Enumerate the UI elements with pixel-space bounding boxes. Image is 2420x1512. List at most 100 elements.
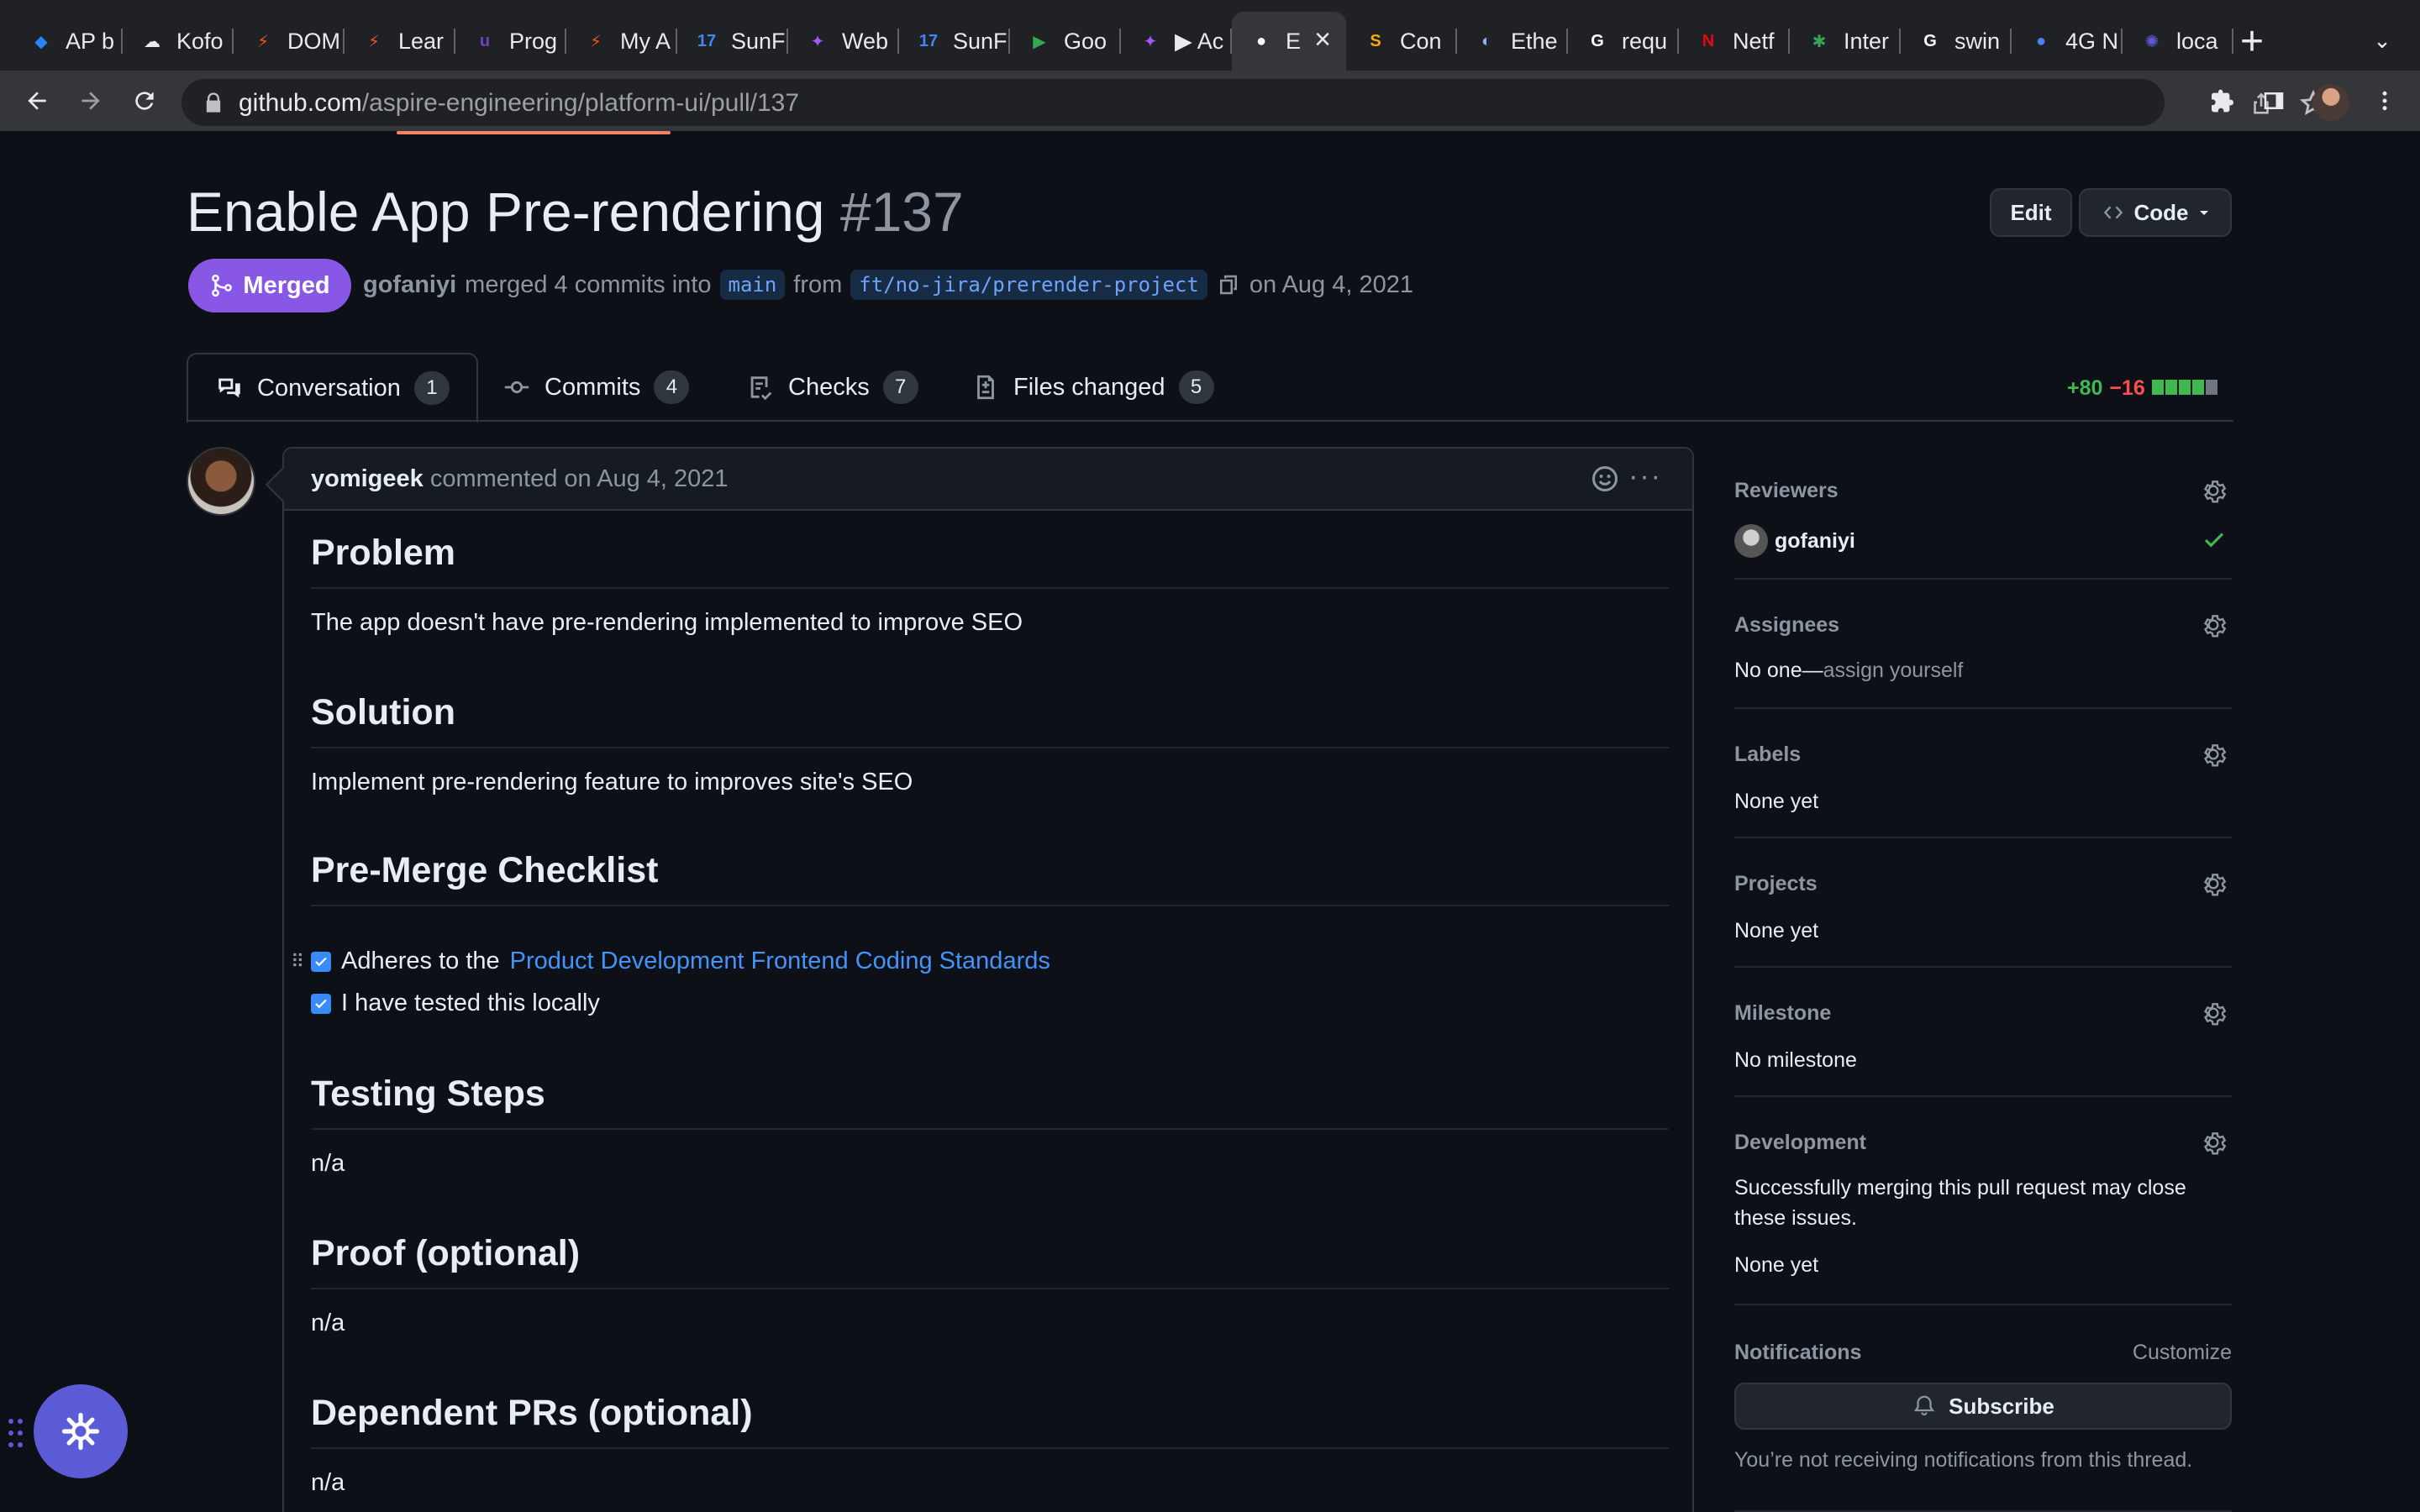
customize-link[interactable]: Customize bbox=[2133, 1341, 2232, 1365]
sidebar-title[interactable]: Assignees bbox=[1734, 613, 1839, 638]
reviewer-name[interactable]: gofaniyi bbox=[1775, 529, 1855, 554]
comment-timestamp[interactable]: commented on Aug 4, 2021 bbox=[430, 465, 729, 492]
sidebar-milestone: Milestone No milestone bbox=[1734, 968, 2232, 1097]
tab-favicon-icon: ● bbox=[2035, 31, 2047, 50]
browser-tab[interactable]: N Netf bbox=[1679, 12, 1790, 71]
close-tab-icon[interactable]: × bbox=[1314, 24, 1331, 56]
browser-tab[interactable]: u Prog bbox=[455, 12, 566, 71]
browser-tab[interactable]: ✦ Web bbox=[788, 12, 899, 71]
gear-icon[interactable] bbox=[2200, 870, 2227, 897]
merger-name[interactable]: gofaniyi bbox=[363, 271, 456, 299]
reviewer-avatar[interactable] bbox=[1734, 524, 1768, 558]
url-text[interactable]: github.com/aspire-engineering/platform-u… bbox=[239, 89, 799, 118]
address-bar[interactable]: github.com/aspire-engineering/platform-u… bbox=[182, 79, 2328, 126]
gear-icon[interactable] bbox=[2200, 1000, 2227, 1026]
browser-tab[interactable]: ✦ ▶ Ac bbox=[1121, 12, 1232, 71]
tab-favicon-icon: G bbox=[1591, 31, 1604, 50]
extensions-button[interactable] bbox=[2200, 79, 2244, 123]
gear-icon[interactable] bbox=[2200, 477, 2227, 504]
tab-files-changed[interactable]: Files changed 5 bbox=[971, 353, 1214, 422]
sidebar-title[interactable]: Development bbox=[1734, 1131, 1866, 1155]
floating-assistant-button[interactable] bbox=[34, 1384, 128, 1478]
assign-yourself-link[interactable]: assign yourself bbox=[1823, 659, 1964, 682]
browser-tab[interactable]: 17 SunF bbox=[899, 12, 1010, 71]
browser-tab[interactable]: ☁ Kofo bbox=[123, 12, 234, 71]
browser-tab[interactable]: ✱ Inter bbox=[1790, 12, 1901, 71]
tab-commits[interactable]: Commits 4 bbox=[502, 353, 690, 422]
tab-title: Prog bbox=[509, 28, 558, 54]
tab-favicon-icon: 17 bbox=[918, 31, 939, 50]
bell-icon bbox=[1914, 1395, 1935, 1416]
tab-search-chevron-icon[interactable]: ⌄ bbox=[2368, 24, 2396, 57]
tab-favicon-icon: ◐ bbox=[1481, 31, 1492, 50]
diffstat: +80 −16 bbox=[2067, 376, 2219, 401]
browser-tab[interactable]: Gswin bbox=[1901, 12, 2012, 71]
comment-discussion-icon bbox=[218, 378, 240, 398]
check-icon bbox=[315, 999, 327, 1008]
browser-tab[interactable]: ⚡ Lear bbox=[345, 12, 455, 71]
smiley-icon[interactable] bbox=[1590, 464, 1620, 494]
sidebar-title[interactable]: Reviewers bbox=[1734, 479, 1839, 503]
assignees-none: No one— bbox=[1734, 659, 1823, 682]
browser-tab[interactable]: S Con bbox=[1346, 12, 1457, 71]
browser-tab[interactable]: ● 4G N bbox=[2012, 12, 2123, 71]
diffstat-block bbox=[2151, 380, 2164, 395]
browser-tab[interactable]: ● E × bbox=[1232, 12, 1346, 71]
git-commit-icon bbox=[504, 381, 529, 394]
gear-icon[interactable] bbox=[2200, 741, 2227, 768]
merge-summary: gofaniyi merged 4 commits into main from… bbox=[363, 270, 1413, 300]
tab-title: DOM bbox=[287, 28, 340, 54]
tab-checks[interactable]: Checks 7 bbox=[746, 353, 918, 422]
side-panel-button[interactable] bbox=[2252, 79, 2296, 123]
gear-icon[interactable] bbox=[2200, 1129, 2227, 1156]
browser-tab[interactable]: ◆ AP b bbox=[12, 12, 123, 71]
section-proof: Proof (optional) n/a bbox=[311, 1233, 1669, 1337]
head-branch[interactable]: ft/no-jira/prerender-project bbox=[850, 270, 1207, 300]
kebab-horizontal-icon[interactable]: ··· bbox=[1628, 460, 1662, 493]
checkbox-checked[interactable] bbox=[311, 993, 331, 1014]
development-description: Successfully merging this pull request m… bbox=[1734, 1176, 2186, 1200]
comment-box: yomigeek commented on Aug 4, 2021 ··· Pr… bbox=[282, 447, 1694, 1512]
sidebar-title[interactable]: Labels bbox=[1734, 743, 1801, 767]
coding-standards-link[interactable]: Product Development Frontend Coding Stan… bbox=[510, 948, 1050, 975]
checkbox-checked[interactable] bbox=[311, 951, 331, 972]
drag-handle-icon[interactable] bbox=[7, 1416, 25, 1450]
browser-tab[interactable]: ▶ Goo bbox=[1010, 12, 1121, 71]
browser-tab[interactable]: 17 SunF bbox=[677, 12, 788, 71]
milestone-value: No milestone bbox=[1734, 1048, 1857, 1072]
tab-favicon-icon: ✦ bbox=[1143, 32, 1158, 51]
browser-tab[interactable]: ✺ loca bbox=[2123, 12, 2233, 71]
subscribe-button[interactable]: Subscribe bbox=[1734, 1383, 2232, 1430]
browser-tab[interactable]: ⚡ My A bbox=[566, 12, 677, 71]
sidebar-title[interactable]: Milestone bbox=[1734, 1001, 1831, 1026]
pr-title-text: Enable App Pre-rendering bbox=[187, 181, 825, 243]
browser-menu-button[interactable] bbox=[2363, 79, 2407, 123]
browser-tab[interactable]: ⚡ DOM bbox=[234, 12, 345, 71]
sidebar-labels: Labels None yet bbox=[1734, 709, 2232, 838]
comment-author[interactable]: yomigeek bbox=[311, 465, 424, 492]
section-dependent-prs: Dependent PRs (optional) n/a bbox=[311, 1393, 1669, 1497]
tab-title: SunF bbox=[953, 28, 1007, 54]
avatar[interactable] bbox=[187, 447, 255, 516]
tab-label: Files changed bbox=[1013, 373, 1165, 401]
section-body: n/a bbox=[311, 1150, 345, 1177]
browser-tab[interactable]: ◐ Ethe bbox=[1457, 12, 1568, 71]
drag-handle-icon[interactable]: ⠿ bbox=[291, 951, 304, 973]
back-button[interactable] bbox=[15, 79, 59, 123]
forward-button[interactable] bbox=[69, 79, 113, 123]
reload-button[interactable] bbox=[123, 79, 166, 123]
check-icon bbox=[315, 957, 327, 966]
section-body: Implement pre-rendering feature to impro… bbox=[311, 769, 913, 795]
edit-button[interactable]: Edit bbox=[1990, 188, 2072, 237]
sidebar-title[interactable]: Projects bbox=[1734, 872, 1818, 896]
tab-conversation[interactable]: Conversation 1 bbox=[187, 353, 478, 423]
gear-icon[interactable] bbox=[2200, 612, 2227, 638]
code-button[interactable]: Code bbox=[2079, 188, 2232, 237]
checklist-item: ⠿ Adheres to the Product Development Fro… bbox=[291, 948, 1050, 975]
base-branch[interactable]: main bbox=[719, 270, 786, 300]
copy-icon[interactable] bbox=[1216, 272, 1241, 297]
browser-tab[interactable]: Grequ bbox=[1568, 12, 1679, 71]
tab-favicon-icon: ⚡ bbox=[367, 32, 381, 51]
profile-avatar[interactable] bbox=[2312, 84, 2349, 121]
new-tab-button[interactable]: + bbox=[2235, 18, 2269, 66]
